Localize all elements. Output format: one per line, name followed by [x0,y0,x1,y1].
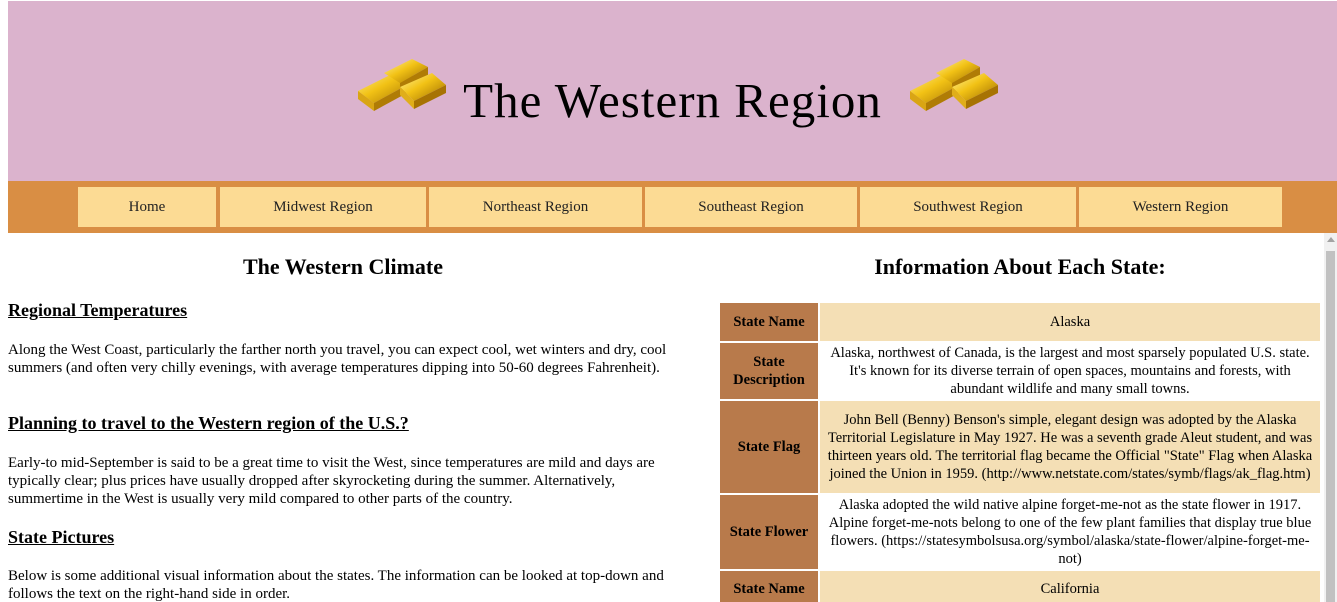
section-title-travel: Planning to travel to the Western region… [8,413,409,433]
nav-item-western-region[interactable]: Western Region [1079,187,1282,227]
header-banner: The Western Region [8,1,1337,181]
nav-item-home[interactable]: Home [78,187,216,227]
nav-item-northeast-region[interactable]: Northeast Region [429,187,642,227]
gold-bars-icon [910,59,998,111]
table-row: State Name Alaska [720,303,1320,341]
nav-item-midwest-region[interactable]: Midwest Region [220,187,426,227]
row-label: State Flower [720,495,818,569]
nav-bar: Home Midwest Region Northeast Region Sou… [8,181,1337,233]
climate-heading: The Western Climate [242,254,443,279]
row-value: Alaska, northwest of Canada, is the larg… [820,343,1320,399]
page-scrollbar[interactable] [1324,233,1337,602]
row-label: State Flag [720,401,818,493]
section-title-temperatures: Regional Temperatures [8,300,188,320]
row-value: Alaska [820,303,1320,341]
section-text-pictures: Below is some additional visual informat… [8,568,664,602]
nav-item-southeast-region[interactable]: Southeast Region [645,187,857,227]
table-row: State Name California [720,571,1320,602]
table-row: State Flower Alaska adopted the wild nat… [720,495,1320,569]
state-info-heading: Information About Each State: [874,254,1166,279]
scrollbar-thumb[interactable] [1326,251,1335,602]
row-label: State Name [720,571,818,602]
section-text-temperatures: Along the West Coast, particularly the f… [8,342,667,376]
row-value: Alaska adopted the wild native alpine fo… [820,495,1320,569]
state-info-table: State Name Alaska State Description Alas… [718,301,1322,602]
nav-item-southwest-region[interactable]: Southwest Region [860,187,1076,227]
table-row: State Flag John Bell (Benny) Benson's si… [720,401,1320,493]
section-title-pictures: State Pictures [8,527,115,547]
row-value: California [820,571,1320,602]
row-label: State Name [720,303,818,341]
row-label: State Description [720,343,818,399]
row-value: John Bell (Benny) Benson's simple, elega… [820,401,1320,493]
scroll-up-icon[interactable] [1327,237,1335,242]
page-title: The Western Region [463,73,882,128]
table-row: State Description Alaska, northwest of C… [720,343,1320,399]
page: The Western Region Home Midwest Region N… [8,0,1337,602]
section-text-travel: Early-to mid-September is said to be a g… [8,455,655,507]
